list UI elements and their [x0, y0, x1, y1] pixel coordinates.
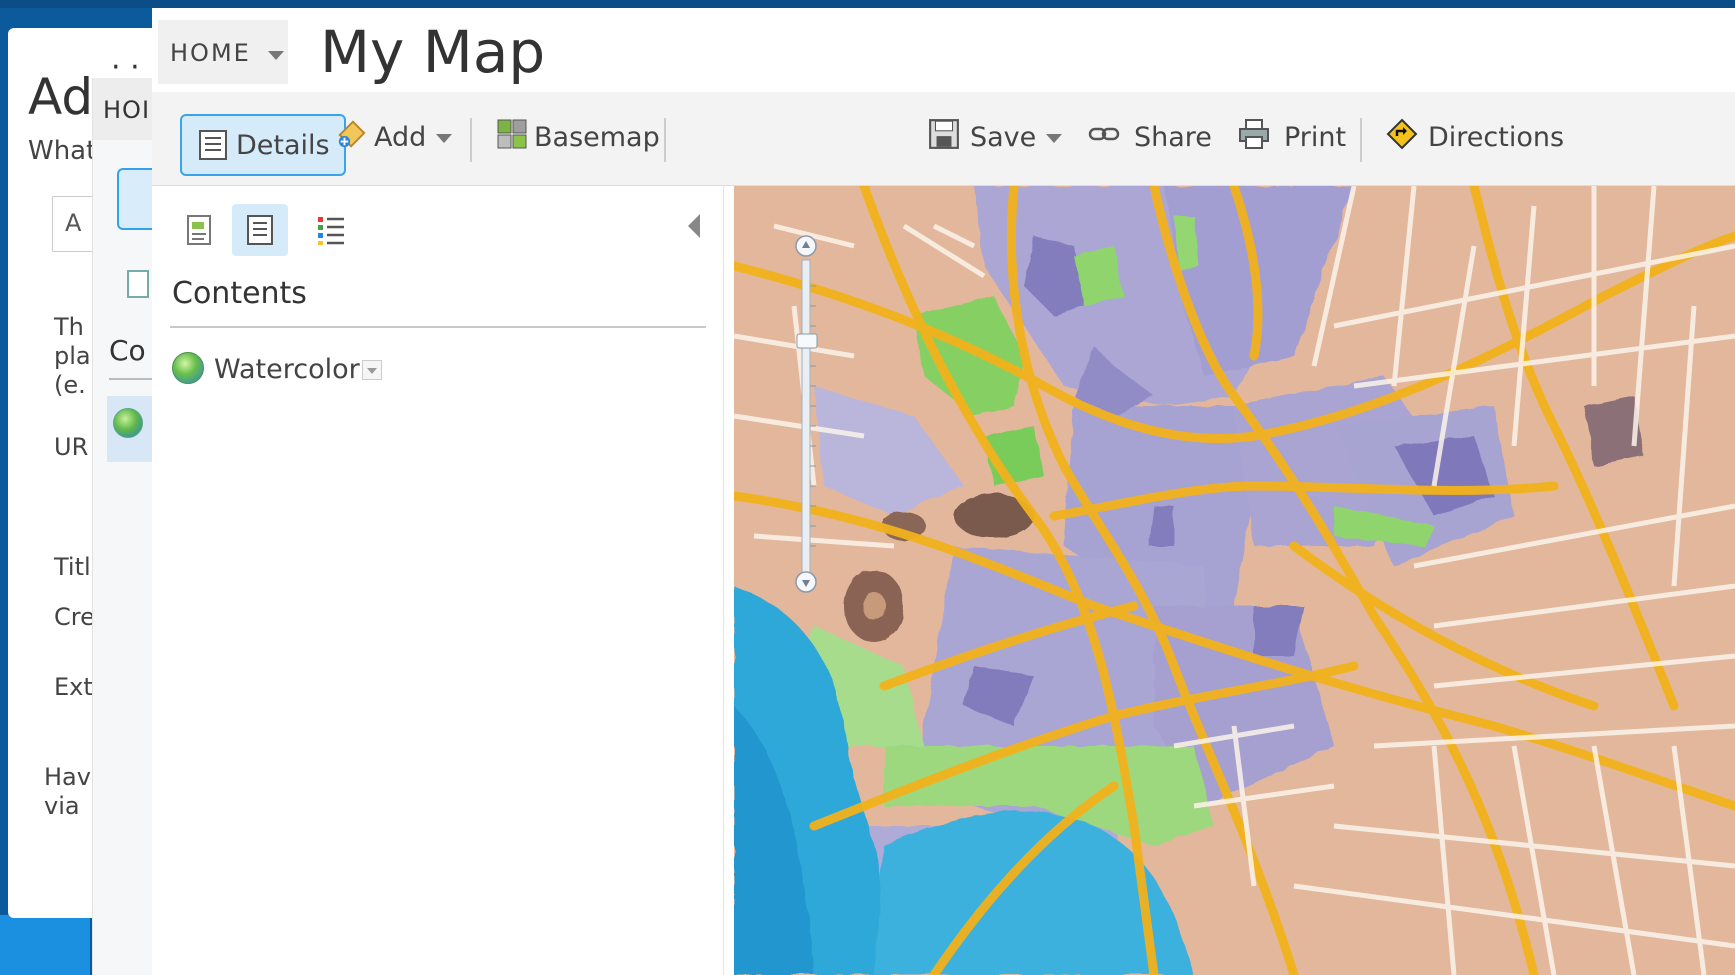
basemap-button[interactable]: Basemap: [496, 92, 666, 186]
map-view[interactable]: [734, 186, 1735, 975]
chevron-down-icon: [268, 51, 284, 60]
layer-options-dropdown[interactable]: [362, 360, 382, 380]
background-contents-heading: Co: [109, 334, 146, 367]
dialog-url-label: UR: [54, 433, 89, 461]
add-layer-icon: [338, 120, 366, 148]
background-dots: · ·: [111, 50, 140, 85]
dialog-credits-label: Cre: [54, 603, 95, 631]
chevron-down-icon: [1046, 134, 1062, 143]
desktop-background: [0, 915, 90, 975]
contents-divider: [170, 326, 706, 328]
watercolor-basemap: [734, 186, 1735, 975]
dialog-title-fragment: Ad: [28, 68, 94, 126]
dialog-input-value: A: [65, 209, 82, 237]
toolbar: Details Add Basemap Save Share Print Dir…: [152, 92, 1735, 186]
dialog-help-text: Hav via: [44, 763, 91, 821]
zoom-out-icon[interactable]: [794, 570, 818, 594]
directions-button[interactable]: Directions: [1386, 92, 1566, 186]
print-button[interactable]: Print: [1238, 92, 1348, 186]
save-label: Save: [970, 122, 1037, 153]
directions-icon: [1386, 118, 1418, 150]
dialog-desc-line: (e.: [54, 371, 86, 399]
dialog-desc-line: Th: [54, 313, 84, 341]
details-icon: [199, 130, 227, 160]
print-label: Print: [1284, 122, 1347, 153]
document-icon: [127, 270, 149, 298]
home-button-label: HOME: [170, 39, 251, 67]
save-button[interactable]: Save: [928, 92, 1068, 186]
home-button[interactable]: HOME: [158, 20, 288, 84]
basemap-icon: [497, 119, 527, 149]
title-bar: HOME My Map: [152, 8, 1735, 92]
share-button[interactable]: Share: [1088, 92, 1218, 186]
zoom-slider-graphic: [796, 259, 818, 583]
page-title: My Map: [320, 18, 546, 86]
contents-tab[interactable]: [232, 204, 288, 256]
map-viewer-window: HOME My Map Details Add Basemap Save Sha…: [152, 8, 1735, 975]
link-icon: [1088, 127, 1120, 141]
add-label: Add: [374, 122, 427, 153]
layer-item[interactable]: Watercolor: [172, 346, 572, 390]
dialog-description: Th pla (e.: [54, 313, 91, 400]
dialog-question-fragment: What: [28, 136, 97, 166]
background-home-label: HOI: [103, 96, 151, 124]
zoom-in-icon[interactable]: [794, 234, 818, 258]
printer-icon: [1239, 119, 1269, 149]
toolbar-divider: [664, 118, 666, 162]
zoom-slider[interactable]: [794, 246, 818, 596]
contents-panel: Contents Watercolor: [152, 186, 724, 975]
add-button[interactable]: Add: [336, 92, 466, 186]
basemap-label: Basemap: [534, 122, 660, 153]
toolbar-divider: [470, 118, 472, 162]
details-icon: [247, 215, 273, 245]
save-icon: [929, 119, 959, 149]
dialog-desc-line: pla: [54, 342, 91, 370]
dialog-extent-label: Ext: [54, 673, 93, 701]
details-label: Details: [236, 130, 330, 161]
contents-heading: Contents: [172, 276, 307, 311]
share-label: Share: [1134, 122, 1212, 153]
legend-list-icon: [318, 217, 344, 245]
collapse-panel-icon[interactable]: [688, 214, 700, 238]
layer-name: Watercolor: [214, 354, 360, 385]
toolbar-divider: [1360, 118, 1362, 162]
dialog-help-line: via: [44, 792, 80, 820]
details-button[interactable]: Details: [180, 114, 346, 176]
directions-label: Directions: [1428, 122, 1565, 153]
document-icon: [187, 215, 211, 245]
about-tab[interactable]: [172, 204, 228, 256]
globe-icon: [172, 352, 204, 384]
desktop-top-bar: [0, 0, 1735, 8]
globe-icon: [113, 408, 143, 438]
dialog-title-label: Titl: [54, 553, 91, 581]
chevron-down-icon: [436, 134, 452, 143]
dialog-help-line: Hav: [44, 763, 91, 791]
legend-tab[interactable]: [302, 204, 358, 256]
